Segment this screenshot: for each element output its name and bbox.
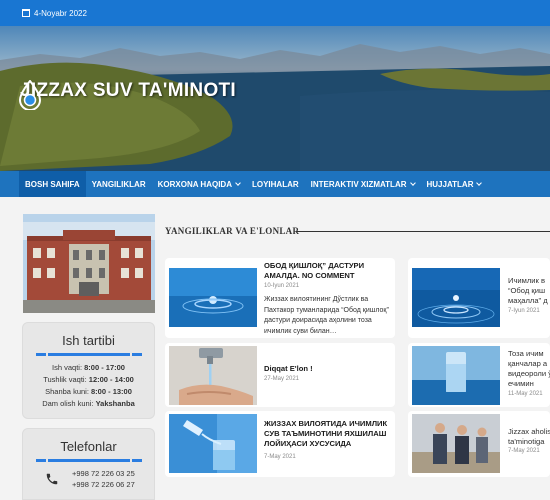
nav-label: INTERAKTIV XIZMATLAR	[310, 179, 407, 189]
schedule-row: Ish vaqti: 8:00 - 17:00	[23, 362, 154, 374]
chevron-down-icon	[409, 180, 416, 186]
news-thumbnail[interactable]	[169, 346, 257, 405]
news-thumbnail[interactable]	[412, 268, 500, 327]
site-title: JIZZAX SUV TA'MINOTI	[20, 80, 237, 101]
schedule-value: Yakshanba	[95, 399, 135, 408]
news-thumbnail[interactable]	[169, 414, 257, 473]
news-thumbnail[interactable]	[169, 268, 257, 327]
schedule-label: Ish vaqti:	[52, 363, 83, 372]
work-schedule-card: Ish tartibi Ish vaqti: 8:00 - 17:00 Tush…	[22, 322, 155, 419]
schedule-value: 8:00 - 17:00	[84, 363, 125, 372]
header-banner: JIZZAX SUV TA'MINOTI	[0, 26, 550, 171]
nav-yangiliklar[interactable]: YANGILIKLAR	[86, 171, 152, 197]
title-underline	[35, 459, 142, 462]
nav-loyihalar[interactable]: LOYIHALAR	[246, 171, 305, 197]
chevron-down-icon	[235, 180, 241, 186]
nav-bosh-sahifa[interactable]: BOSH SAHIFA	[19, 171, 86, 197]
phones-card: Telefonlar +998 72 226 03 25 +998 72 226…	[22, 428, 155, 500]
news-date: 7-Iyun 2021	[508, 308, 540, 314]
nav-label: KORXONA HAQIDA	[157, 179, 232, 189]
schedule-label: Shanba kuni:	[45, 387, 89, 396]
schedule-title: Ish tartibi	[62, 333, 115, 348]
news-card[interactable]: Jizzax aholis ta'minotiga 7-May 2021	[408, 411, 550, 477]
nav-korxona-haqida[interactable]: KORXONA HAQIDA	[152, 171, 246, 197]
news-card[interactable]: ЖИЗЗАХ ВИЛОЯТИДА ИЧИМЛИК СУВ ТАЪМИНОТИНИ…	[165, 411, 395, 477]
news-thumbnail[interactable]	[412, 414, 500, 473]
news-card[interactable]: Diqqat E'lon ! 27-May 2021	[165, 343, 395, 407]
section-divider	[297, 231, 550, 232]
news-card[interactable]: Ичимлик в “Обод қиш маҳалла” д 7-Iyun 20…	[408, 258, 550, 338]
schedule-value: 8:00 - 13:00	[91, 387, 132, 396]
nav-label: YANGILIKLAR	[91, 179, 146, 189]
site-logo[interactable]: JIZZAX SUV TA'MINOTI	[18, 80, 237, 110]
nav-label: BOSH SAHIFA	[25, 179, 80, 189]
nav-interaktiv-xizmatlar[interactable]: INTERAKTIV XIZMATLAR	[305, 171, 421, 197]
water-drop-logo	[18, 80, 42, 110]
schedule-value: 12:00 - 14:00	[88, 375, 134, 384]
news-title[interactable]: Diqqat E'lon !	[264, 364, 392, 374]
schedule-row: Tushlik vaqti: 12:00 - 14:00	[23, 374, 154, 386]
news-card[interactable]: Тоза ичим қанчалар а видеороли ўз ечимин…	[408, 343, 550, 407]
chevron-down-icon	[476, 180, 483, 186]
office-building-image[interactable]	[23, 214, 155, 313]
top-bar: 4-Noyabr 2022	[0, 0, 550, 26]
news-date: 7-May 2021	[508, 448, 540, 454]
news-date: 11-May 2021	[508, 391, 543, 397]
phone-number-2[interactable]: +998 72 226 06 27	[72, 479, 135, 490]
schedule-row: Dam olish kuni: Yakshanba	[23, 398, 154, 410]
news-section-title: YANGILIKLAR VA E'LONLAR	[165, 226, 300, 236]
news-title[interactable]: Jizzax aholis ta'minotiga	[508, 427, 550, 447]
news-title[interactable]: Тоза ичим қанчалар а видеороли ўз ечимин	[508, 349, 550, 389]
phone-number-1[interactable]: +998 72 226 03 25	[72, 468, 135, 479]
main-nav: BOSH SAHIFA YANGILIKLAR KORXONA HAQIDA L…	[0, 171, 550, 197]
schedule-row: Shanba kuni: 8:00 - 13:00	[23, 386, 154, 398]
news-date: 27-May 2021	[264, 376, 300, 382]
news-thumbnail[interactable]	[412, 346, 500, 405]
phone-icon	[46, 473, 58, 485]
schedule-label: Tushlik vaqti:	[43, 375, 87, 384]
news-card[interactable]: ОБОД ҚИШЛОҚ” ДАСТУРИ АМАЛДА. NO COMMENT …	[165, 258, 395, 338]
news-excerpt: Жиззах вилоятининг Дўстлик ва Пахтакор т…	[264, 296, 389, 335]
news-date: 10-Iyun 2021	[264, 283, 300, 289]
phones-title: Telefonlar	[60, 439, 117, 454]
news-date: 7-May 2021	[264, 454, 296, 460]
nav-label: LOYIHALAR	[251, 179, 299, 189]
news-title[interactable]: ЖИЗЗАХ ВИЛОЯТИДА ИЧИМЛИК СУВ ТАЪМИНОТИНИ…	[264, 419, 392, 449]
nav-hujjatlar[interactable]: HUJJATLAR	[421, 171, 488, 197]
news-title[interactable]: Ичимлик в “Обод қиш маҳалла” д	[508, 276, 550, 306]
current-date: 4-Noyabr 2022	[34, 8, 87, 18]
news-title[interactable]: ОБОД ҚИШЛОҚ” ДАСТУРИ АМАЛДА. NO COMMENT	[264, 261, 392, 281]
schedule-label: Dam olish kuni:	[42, 399, 94, 408]
title-underline	[35, 353, 142, 356]
nav-label: HUJJATLAR	[426, 179, 474, 189]
calendar-icon	[22, 9, 30, 17]
